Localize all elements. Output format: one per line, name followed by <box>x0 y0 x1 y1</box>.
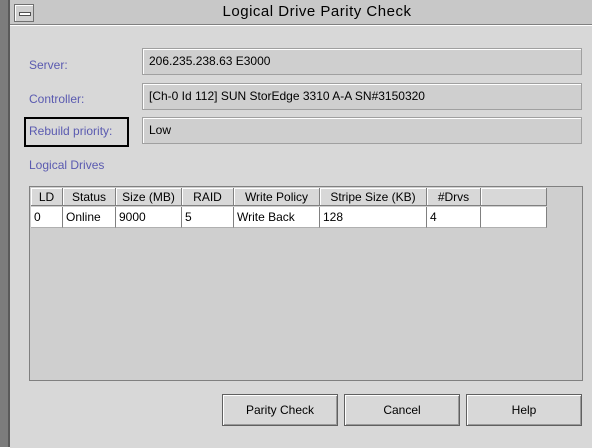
column-header-write-policy[interactable]: Write Policy <box>234 188 320 206</box>
window-menu-button[interactable] <box>14 4 34 22</box>
parity-check-button[interactable]: Parity Check <box>222 394 338 426</box>
cell-write-policy: Write Back <box>234 207 320 228</box>
window-menu-icon <box>19 12 31 16</box>
column-header-stripe-size[interactable]: Stripe Size (KB) <box>320 188 427 206</box>
controller-field: [Ch-0 Id 112] SUN StorEdge 3310 A-A SN#3… <box>142 83 582 110</box>
column-header-ld[interactable]: LD <box>31 188 63 206</box>
column-header-empty <box>481 188 547 206</box>
title-bar[interactable]: Logical Drive Parity Check <box>10 0 592 25</box>
dialog-window: Logical Drive Parity Check Server: 206.2… <box>0 0 592 448</box>
cell-stripe-size: 128 <box>320 207 427 228</box>
cell-empty <box>481 207 547 228</box>
server-label: Server: <box>29 58 68 72</box>
logical-drives-table: LD Status Size (MB) RAID Write Policy St… <box>29 186 583 381</box>
cell-ld: 0 <box>31 207 63 228</box>
column-header-size[interactable]: Size (MB) <box>116 188 182 206</box>
window-title: Logical Drive Parity Check <box>222 3 412 20</box>
dialog-frame: Logical Drive Parity Check Server: 206.2… <box>8 0 592 448</box>
cell-size: 9000 <box>116 207 182 228</box>
cell-status: Online <box>63 207 116 228</box>
column-header-raid[interactable]: RAID <box>182 188 234 206</box>
dialog-content: Server: 206.235.238.63 E3000 Controller:… <box>10 25 592 448</box>
cancel-button[interactable]: Cancel <box>344 394 460 426</box>
help-button[interactable]: Help <box>466 394 582 426</box>
cell-drives: 4 <box>427 207 481 228</box>
column-header-status[interactable]: Status <box>63 188 116 206</box>
rebuild-priority-field[interactable]: Low <box>142 117 582 144</box>
controller-label: Controller: <box>29 92 85 106</box>
table-header-row: LD Status Size (MB) RAID Write Policy St… <box>31 188 547 206</box>
logical-drives-label: Logical Drives <box>29 158 105 172</box>
server-field: 206.235.238.63 E3000 <box>142 48 582 75</box>
table-row[interactable]: 0 Online 9000 5 Write Back 128 4 <box>31 207 547 228</box>
cell-raid: 5 <box>182 207 234 228</box>
column-header-drives[interactable]: #Drvs <box>427 188 481 206</box>
rebuild-priority-label: Rebuild priority: <box>29 124 113 138</box>
